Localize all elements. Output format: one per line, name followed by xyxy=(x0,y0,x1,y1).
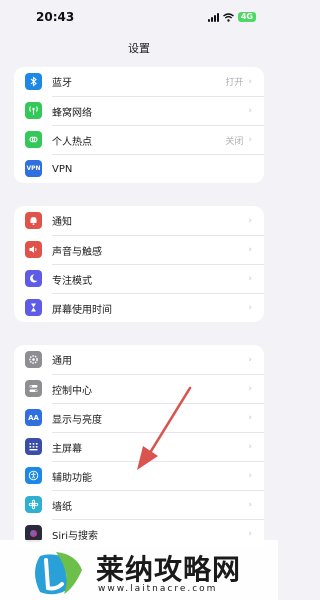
watermark-text: 莱纳攻略网 xyxy=(96,553,242,586)
watermark: 莱纳攻略网 www.laitnacre.com xyxy=(0,540,278,600)
watermark-url: www.laitnacre.com xyxy=(98,584,218,594)
annotation-arrow xyxy=(137,386,192,470)
watermark-logo xyxy=(35,552,82,595)
